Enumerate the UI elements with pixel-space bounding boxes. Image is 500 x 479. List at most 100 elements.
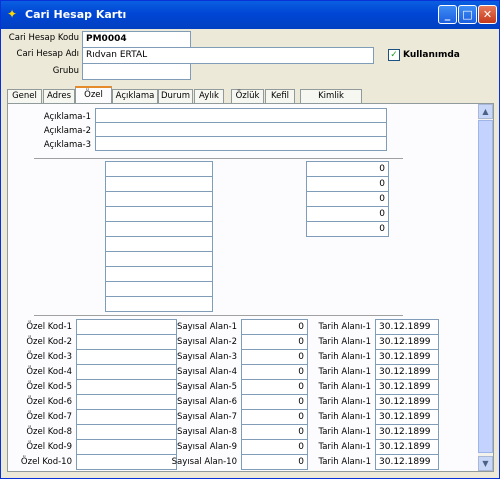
tab-durum[interactable]: Durum	[158, 89, 193, 103]
tarih-alan-field[interactable]: 30.12.1899	[375, 319, 439, 335]
tab-ozluk[interactable]: Özlük	[231, 89, 264, 103]
list-field-9[interactable]	[105, 281, 213, 297]
sayisal-alan-label: Sayısal Alan-4	[177, 367, 237, 377]
ozel-kod-field[interactable]	[76, 319, 177, 335]
numeric-field-1[interactable]: 0	[306, 161, 389, 177]
sayisal-alan-field[interactable]: 0	[241, 409, 308, 425]
numeric-field-5[interactable]: 0	[306, 221, 389, 237]
list-field-2[interactable]	[105, 176, 213, 192]
list-field-5[interactable]	[105, 221, 213, 237]
tab-ozel[interactable]: Özel	[75, 86, 112, 104]
tarih-alan-label: Tarih Alanı-1	[318, 397, 371, 407]
list-field-4[interactable]	[105, 206, 213, 222]
aciklama-2-label: Açıklama-2	[43, 126, 91, 136]
sayisal-alan-label: Sayısal Alan-2	[177, 337, 237, 347]
tarih-alan-field[interactable]: 30.12.1899	[375, 439, 439, 455]
ozel-kod-field[interactable]	[76, 409, 177, 425]
numeric-field-3[interactable]: 0	[306, 191, 389, 207]
tarih-alan-field[interactable]: 30.12.1899	[375, 424, 439, 440]
tarih-alan-label: Tarih Alanı-1	[318, 457, 371, 467]
title-bar[interactable]: ✦ Cari Hesap Kartı _ □ ✕	[1, 1, 499, 29]
aciklama-2-field[interactable]	[95, 122, 387, 137]
tarih-alan-label: Tarih Alanı-1	[318, 412, 371, 422]
ozel-kod-field[interactable]	[76, 394, 177, 410]
ozel-kod-field[interactable]	[76, 379, 177, 395]
group-field[interactable]	[82, 63, 191, 80]
list-field-8[interactable]	[105, 266, 213, 282]
tarih-alan-field[interactable]: 30.12.1899	[375, 409, 439, 425]
ozel-kod-label: Özel Kod-4	[26, 367, 72, 377]
name-field[interactable]: Rıdvan ERTAL	[82, 47, 374, 64]
sayisal-alan-field[interactable]: 0	[241, 334, 308, 350]
sayisal-alan-label: Sayısal Alan-9	[177, 442, 237, 452]
ozel-kod-label: Özel Kod-3	[26, 352, 72, 362]
tab-adres[interactable]: Adres	[43, 89, 75, 103]
tarih-alan-field[interactable]: 30.12.1899	[375, 334, 439, 350]
ozel-kod-label: Özel Kod-2	[26, 337, 72, 347]
scroll-down-button[interactable]: ▼	[478, 456, 493, 471]
window-title: Cari Hesap Kartı	[25, 8, 127, 21]
ozel-kod-label: Özel Kod-5	[26, 382, 72, 392]
numeric-field-4[interactable]: 0	[306, 206, 389, 222]
list-field-1[interactable]	[105, 161, 213, 177]
sayisal-alan-label: Sayısal Alan-5	[177, 382, 237, 392]
tab-genel[interactable]: Genel	[7, 89, 42, 103]
sayisal-alan-field[interactable]: 0	[241, 364, 308, 380]
tab-kefil[interactable]: Kefil	[265, 89, 295, 103]
tarih-alan-field[interactable]: 30.12.1899	[375, 364, 439, 380]
ozel-kod-label: Özel Kod-10	[20, 457, 72, 467]
ozel-kod-field[interactable]	[76, 454, 177, 470]
tab-kimlik-bilgileri[interactable]: Kimlik Bilgileri	[300, 89, 362, 114]
sayisal-alan-field[interactable]: 0	[241, 319, 308, 335]
sayisal-alan-label: Sayısal Alan-7	[177, 412, 237, 422]
sayisal-alan-label: Sayısal Alan-3	[177, 352, 237, 362]
list-field-3[interactable]	[105, 191, 213, 207]
app-icon: ✦	[7, 7, 18, 21]
name-label: Cari Hesap Adı	[16, 49, 79, 59]
sayisal-alan-label: Sayısal Alan-6	[177, 397, 237, 407]
sayisal-alan-field[interactable]: 0	[241, 424, 308, 440]
tarih-alan-label: Tarih Alanı-1	[318, 382, 371, 392]
ozel-kod-field[interactable]	[76, 424, 177, 440]
scroll-thumb[interactable]	[478, 120, 493, 453]
sayisal-alan-field[interactable]: 0	[241, 379, 308, 395]
list-field-7[interactable]	[105, 251, 213, 267]
active-label: Kullanımda	[403, 50, 460, 60]
separator-bottom	[34, 315, 403, 316]
sayisal-alan-label: Sayısal Alan-8	[177, 427, 237, 437]
tarih-alan-label: Tarih Alanı-1	[318, 337, 371, 347]
active-checkbox[interactable]: ✓	[388, 49, 400, 61]
ozel-kod-label: Özel Kod-7	[26, 412, 72, 422]
sayisal-alan-field[interactable]: 0	[241, 439, 308, 455]
numeric-field-2[interactable]: 0	[306, 176, 389, 192]
ozel-kod-field[interactable]	[76, 334, 177, 350]
maximize-button[interactable]: □	[458, 5, 477, 24]
tarih-alan-field[interactable]: 30.12.1899	[375, 379, 439, 395]
vertical-scrollbar[interactable]: ▲ ▼	[478, 104, 493, 471]
sayisal-alan-field[interactable]: 0	[241, 454, 308, 470]
list-field-6[interactable]	[105, 236, 213, 252]
scroll-up-button[interactable]: ▲	[478, 104, 493, 119]
sayisal-alan-field[interactable]: 0	[241, 349, 308, 365]
tarih-alan-label: Tarih Alanı-1	[318, 442, 371, 452]
tab-aylik[interactable]: Aylık	[194, 89, 224, 103]
close-button[interactable]: ✕	[478, 5, 497, 24]
aciklama-1-label: Açıklama-1	[43, 112, 91, 122]
aciklama-1-field[interactable]	[95, 108, 387, 123]
tarih-alan-field[interactable]: 30.12.1899	[375, 454, 439, 470]
sayisal-alan-label: Sayısal Alan-10	[171, 457, 237, 467]
tarih-alan-field[interactable]: 30.12.1899	[375, 349, 439, 365]
ozel-kod-field[interactable]	[76, 439, 177, 455]
aciklama-3-field[interactable]	[95, 136, 387, 151]
ozel-kod-label: Özel Kod-9	[26, 442, 72, 452]
ozel-kod-label: Özel Kod-6	[26, 397, 72, 407]
tarih-alan-field[interactable]: 30.12.1899	[375, 394, 439, 410]
sayisal-alan-field[interactable]: 0	[241, 394, 308, 410]
list-field-10[interactable]	[105, 296, 213, 312]
code-field[interactable]: PM0004	[82, 31, 191, 48]
separator-top	[34, 158, 403, 159]
ozel-kod-field[interactable]	[76, 349, 177, 365]
minimize-button[interactable]: _	[438, 5, 457, 24]
tab-aciklama[interactable]: Açıklama	[112, 89, 158, 103]
ozel-kod-field[interactable]	[76, 364, 177, 380]
